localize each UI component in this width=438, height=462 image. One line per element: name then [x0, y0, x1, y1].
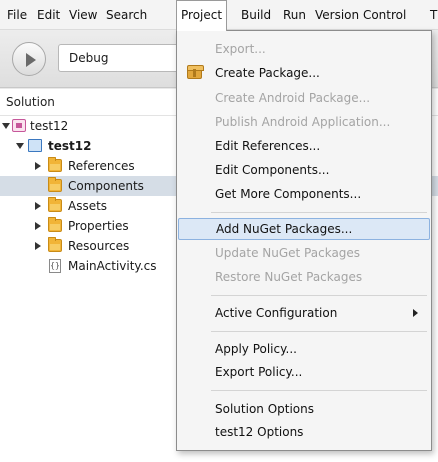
menu-item-active-configuration[interactable]: Active Configuration	[178, 302, 430, 324]
menu-item-edit-references[interactable]: Edit References...	[178, 135, 430, 157]
tree-item-label: test12	[30, 119, 69, 133]
collapse-arrow-icon[interactable]	[35, 222, 41, 230]
run-button[interactable]	[12, 42, 46, 76]
collapse-arrow-icon[interactable]	[35, 242, 41, 250]
tree-item-label: Properties	[68, 219, 129, 233]
tree-item-label: Components	[68, 179, 144, 193]
menu-item-edit-components[interactable]: Edit Components...	[178, 159, 430, 181]
folder-icon	[48, 197, 62, 212]
menu-file[interactable]: File	[7, 0, 27, 30]
collapse-arrow-icon[interactable]	[35, 202, 41, 210]
menu-item-create-android-package[interactable]: Create Android Package...	[178, 87, 430, 109]
menu-item-solution-options[interactable]: Solution Options	[178, 398, 430, 420]
menu-item-restore-nuget-packages[interactable]: Restore NuGet Packages	[178, 266, 430, 288]
menu-separator	[211, 212, 427, 213]
menu-item-label: Active Configuration	[215, 306, 338, 320]
menu-view[interactable]: View	[69, 0, 97, 30]
solution-pane-title: Solution	[6, 95, 55, 109]
menu-project[interactable]: Project	[176, 0, 228, 31]
menu-item-export[interactable]: Export...	[178, 38, 430, 60]
solution-icon	[12, 119, 26, 132]
submenu-arrow-icon	[413, 309, 418, 317]
menu-run[interactable]: Run	[283, 0, 306, 30]
collapse-arrow-icon[interactable]	[35, 162, 41, 170]
menu-version-control[interactable]: Version Control	[315, 0, 406, 30]
folder-icon	[48, 177, 62, 192]
expand-arrow-icon[interactable]	[16, 143, 24, 149]
tree-item-label: Assets	[68, 199, 108, 213]
tree-item-label: References	[68, 159, 135, 173]
tree-item-label: Resources	[68, 239, 130, 253]
project-icon	[28, 139, 42, 152]
menu-item-publish-android-application[interactable]: Publish Android Application...	[178, 111, 430, 133]
package-icon	[187, 65, 204, 79]
expand-arrow-icon[interactable]	[2, 123, 10, 129]
menu-bar: File Edit View Search Project Build Run …	[0, 0, 438, 31]
menu-item-label: Create Package...	[215, 66, 320, 80]
menu-edit[interactable]: Edit	[37, 0, 60, 30]
csharp-file-icon: {}	[49, 259, 61, 273]
folder-icon	[48, 157, 62, 172]
menu-item-apply-policy[interactable]: Apply Policy...	[178, 338, 430, 360]
menu-item-add-nuget-packages[interactable]: Add NuGet Packages...	[178, 218, 430, 240]
menu-tools[interactable]: T	[430, 0, 437, 30]
tree-item-label: test12	[48, 139, 92, 153]
menu-item-test12-options[interactable]: test12 Options	[178, 421, 430, 443]
menu-item-get-more-components[interactable]: Get More Components...	[178, 183, 430, 205]
project-menu: Export... Create Package... Create Andro…	[176, 30, 432, 451]
menu-separator	[211, 331, 427, 332]
menu-item-export-policy[interactable]: Export Policy...	[178, 361, 430, 383]
menu-separator	[211, 390, 427, 391]
tree-item-label: MainActivity.cs	[68, 259, 157, 273]
menu-build[interactable]: Build	[241, 0, 271, 30]
menu-separator	[211, 295, 427, 296]
menu-item-update-nuget-packages[interactable]: Update NuGet Packages	[178, 242, 430, 264]
menu-item-create-package[interactable]: Create Package...	[178, 62, 430, 84]
play-icon	[26, 53, 36, 67]
folder-icon	[48, 237, 62, 252]
menu-search[interactable]: Search	[106, 0, 147, 30]
folder-icon	[48, 217, 62, 232]
